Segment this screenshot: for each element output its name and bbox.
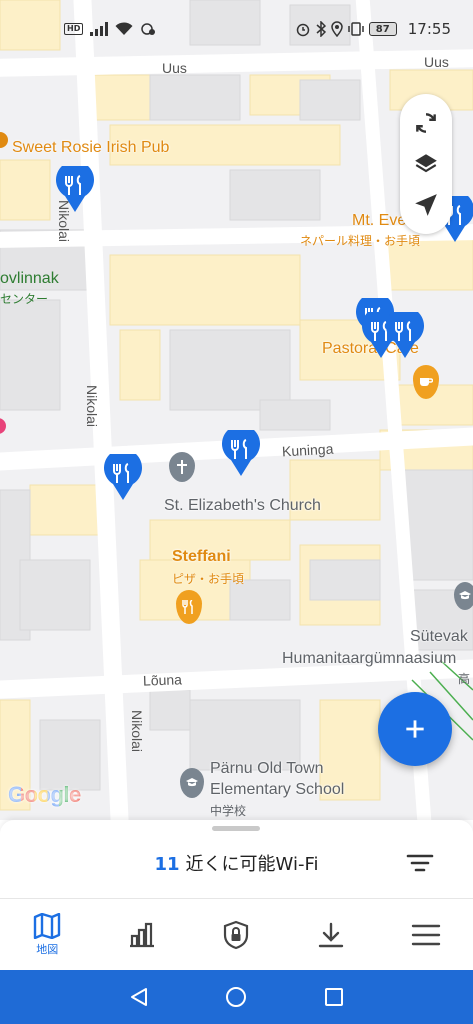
hd-indicator: HD [64,23,84,35]
nearby-wifi-title: 11 近くに可能Wi-Fi [0,850,473,876]
poi-sutevak[interactable]: Sütevak [410,628,468,646]
wifi-pin-restaurant[interactable] [56,166,94,212]
stats-icon [129,922,154,947]
nav-stats[interactable] [95,899,190,970]
poi-school-line1[interactable]: Pärnu Old Town [210,760,324,778]
street-label-uus: Uus [162,60,187,76]
nav-download[interactable] [284,899,379,970]
graduation-cap-icon [186,778,198,787]
system-navigation-bar [0,970,473,1024]
nav-menu[interactable] [378,899,473,970]
filter-icon[interactable] [404,850,436,876]
poi-steffani-sub: ピザ・お手頃 [172,572,245,586]
wifi-pin-restaurant[interactable] [104,454,142,500]
vpn-shield-icon [224,920,249,949]
street-label-kuninga: Kuninga [281,440,334,460]
my-location-icon [415,194,437,217]
sheet-drag-handle[interactable] [212,826,260,831]
nearby-wifi-sheet[interactable]: 11 近くに可能Wi-Fi [0,820,473,898]
bluetooth-icon [316,21,326,37]
status-bar: HD 87 17:55 [0,0,473,58]
school-marker-sutevak[interactable] [454,582,473,610]
back-button[interactable] [119,977,159,1017]
vibrate-icon [348,22,364,36]
refresh-button[interactable] [409,106,443,140]
map-view[interactable]: Uus Uus Nikolai Nikolai Nikolai Kuninga … [0,0,473,820]
add-wifi-button[interactable] [378,692,452,766]
battery-indicator: 87 [368,22,397,36]
my-location-button[interactable] [409,188,443,222]
location-icon [331,21,343,37]
layers-icon [415,154,437,173]
back-icon [130,988,147,1006]
clock: 17:55 [407,20,451,38]
recents-icon [325,988,344,1006]
poi-vlinnak-sub: センター [0,292,49,306]
nav-map-label: 地図 [36,942,59,956]
signal-icon [90,22,109,36]
plus-icon [406,720,424,738]
poi-sweet-rosie[interactable]: Sweet Rosie Irish Pub [12,139,169,157]
menu-icon [411,924,440,945]
alarm-icon [296,23,310,37]
wifi-pin-restaurant[interactable] [222,430,260,476]
street-label-louna: Lõuna [142,671,183,689]
poi-vlinnak[interactable]: ovlinnak [0,270,59,288]
recents-button[interactable] [314,977,354,1017]
layers-button[interactable] [409,147,443,181]
poi-humanitaar-sub: 高 [458,672,471,686]
refresh-icon [416,112,436,133]
home-button[interactable] [216,977,256,1017]
poi-humanitaar[interactable]: Humanitaargümnaasium [282,650,456,668]
coffee-icon [420,378,433,386]
wifi-icon [115,22,133,35]
google-logo-text: Google [8,782,81,807]
nav-map[interactable]: 地図 [0,899,95,970]
google-logo: Google [8,782,81,808]
street-label-nikolai-bottom: Nikolai [129,710,145,753]
cross-icon [177,460,187,474]
poi-mt-everest-sub: ネパール料理・お手頃 [300,234,421,248]
graduation-cap-icon [459,591,471,600]
poi-steffani[interactable]: Steffani [172,548,231,566]
cutlery-icon [182,600,193,614]
home-icon [226,987,247,1007]
map-controls [400,94,452,234]
notification-icon [141,23,156,35]
bottom-nav: 地図 [0,898,473,970]
street-label-nikolai-mid: Nikolai [84,385,100,428]
wifi-count: 11 [154,854,180,875]
poi-mt-everest[interactable]: Mt. Eve [352,212,406,230]
poi-school-sub: 中学校 [210,804,247,818]
nearby-wifi-label: 近くに可能Wi-Fi [185,854,319,875]
wifi-pin-restaurant[interactable] [386,312,424,358]
map-icon [34,912,61,939]
poi-school-line2[interactable]: Elementary School [210,781,344,799]
download-icon [318,922,344,947]
nav-vpn[interactable] [189,899,284,970]
poi-st-elizabeth[interactable]: St. Elizabeth's Church [164,497,321,515]
